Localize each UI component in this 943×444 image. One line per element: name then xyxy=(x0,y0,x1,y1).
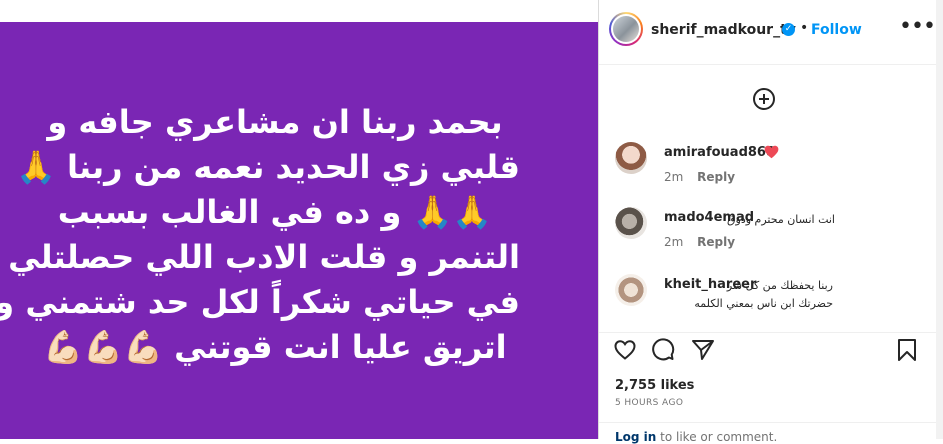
reply-button[interactable]: Reply xyxy=(697,170,735,184)
comment-item: mado4emad انت انسان محترم وذوق 2m Reply xyxy=(599,205,943,265)
post-text: بحمد ربنا ان مشاعري جافه و قلبي زي الحدي… xyxy=(0,100,520,370)
comment-bubble-icon[interactable] xyxy=(651,338,675,362)
add-circle-icon[interactable] xyxy=(752,87,776,111)
post-text-line: التنمر و قلت الادب اللي حصلتلي xyxy=(8,238,520,276)
like-heart-icon[interactable] xyxy=(613,338,637,362)
commenter-avatar[interactable] xyxy=(615,207,647,239)
share-send-icon[interactable] xyxy=(691,338,715,362)
post-side-panel: sherif_madkour_tv ✓ • Follow ••• amirafo… xyxy=(599,0,943,444)
scrollbar[interactable] xyxy=(936,0,943,439)
commenter-avatar[interactable] xyxy=(615,274,647,306)
post-media[interactable]: بحمد ربنا ان مشاعري جافه و قلبي زي الحدي… xyxy=(0,22,598,439)
separator-dot: • xyxy=(800,20,809,36)
comment-meta: 2m Reply xyxy=(664,235,735,249)
post-text-line: اتريق عليا انت قوتني 💪🏻💪🏻💪🏻 xyxy=(43,328,507,366)
verified-badge-icon: ✓ xyxy=(782,23,795,36)
comment-item: kheit_hareer ربنا يحفظك من كل شر حضرتك ا… xyxy=(599,272,943,332)
save-bookmark-icon[interactable] xyxy=(895,338,919,362)
post-timestamp: 5 HOURS AGO xyxy=(615,398,684,408)
likes-count[interactable]: 2,755 likes xyxy=(615,378,694,393)
comment-meta: 2m Reply xyxy=(664,170,735,184)
comment-time: 2m xyxy=(664,170,684,184)
login-prompt: Log in to like or comment. xyxy=(615,430,777,444)
comment-text: انت انسان محترم وذوق xyxy=(726,213,835,226)
post-header: sherif_madkour_tv ✓ • Follow ••• xyxy=(599,0,943,65)
login-link[interactable]: Log in xyxy=(615,430,656,444)
post-text-line: قلبي زي الحديد نعمه من ربنا 🙏 xyxy=(16,148,520,186)
post-text-line: في حياتي شكراً لكل حد شتمني و xyxy=(0,283,520,321)
author-username[interactable]: sherif_madkour_tv xyxy=(651,22,796,38)
comment-time: 2m xyxy=(664,235,684,249)
heart-emoji-icon xyxy=(764,145,779,159)
author-avatar[interactable] xyxy=(609,12,643,46)
post-text-line: بحمد ربنا ان مشاعري جافه و xyxy=(47,103,503,141)
reply-button[interactable]: Reply xyxy=(697,235,735,249)
comment-text: ربنا يحفظك من كل شر xyxy=(726,279,833,292)
follow-button[interactable]: Follow xyxy=(811,22,862,38)
login-prompt-text: to like or comment. xyxy=(656,430,778,444)
commenter-avatar[interactable] xyxy=(615,142,647,174)
post-text-line: 🙏🙏 و ده في الغالب بسبب xyxy=(57,193,493,231)
comment-text: حضرتك ابن ناس بمعني الكلمه xyxy=(694,297,833,310)
comment-username[interactable]: amirafouad868 xyxy=(664,145,775,160)
more-options-icon[interactable]: ••• xyxy=(899,14,936,39)
